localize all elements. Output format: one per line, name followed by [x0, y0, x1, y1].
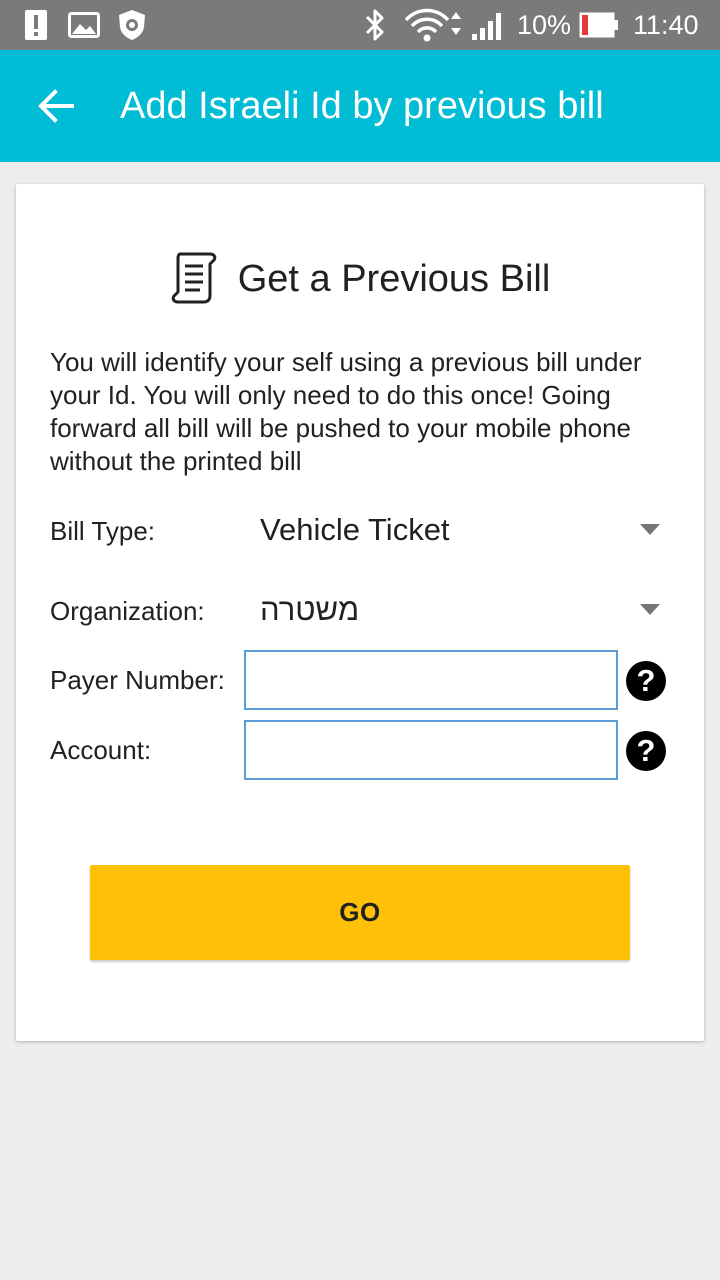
payer-number-help-icon[interactable]: ?: [626, 661, 666, 701]
bill-card: Get a Previous Bill You will identify yo…: [16, 184, 704, 1041]
back-button[interactable]: [28, 78, 84, 134]
clock: 11:40: [633, 9, 699, 40]
app-bar: Add Israeli Id by previous bill: [0, 50, 720, 162]
page-title: Add Israeli Id by previous bill: [120, 85, 604, 127]
battery-percent: 10%: [517, 9, 572, 40]
organization-dropdown-arrow-icon[interactable]: [640, 604, 660, 615]
payer-number-input[interactable]: [244, 650, 618, 710]
bill-type-value: Vehicle Ticket: [260, 512, 450, 547]
wifi-icon: [404, 0, 464, 50]
organization-value: משטרה: [260, 592, 360, 627]
card-title: Get a Previous Bill: [237, 257, 551, 300]
battery-icon: [579, 0, 619, 50]
image-icon: [68, 0, 100, 50]
bluetooth-icon: [362, 0, 388, 50]
account-help-icon[interactable]: ?: [626, 731, 666, 771]
shield-icon: [117, 0, 147, 50]
signal-icon: [470, 0, 508, 50]
go-button[interactable]: GO: [90, 865, 630, 960]
card-header: Get a Previous Bill: [16, 252, 704, 304]
alert-icon: [24, 0, 48, 50]
arrow-left-icon: [38, 89, 74, 123]
payer-number-label: Payer Number:: [50, 665, 225, 695]
account-input[interactable]: [244, 720, 618, 780]
bill-type-label: Bill Type:: [50, 516, 156, 546]
account-label: Account:: [50, 735, 152, 765]
status-bar: 10% 11:40: [0, 0, 720, 50]
document-icon: [170, 250, 218, 309]
organization-label: Organization:: [50, 596, 205, 626]
bill-type-dropdown-arrow-icon[interactable]: [640, 524, 660, 535]
description-text: You will identify your self using a prev…: [50, 347, 642, 476]
